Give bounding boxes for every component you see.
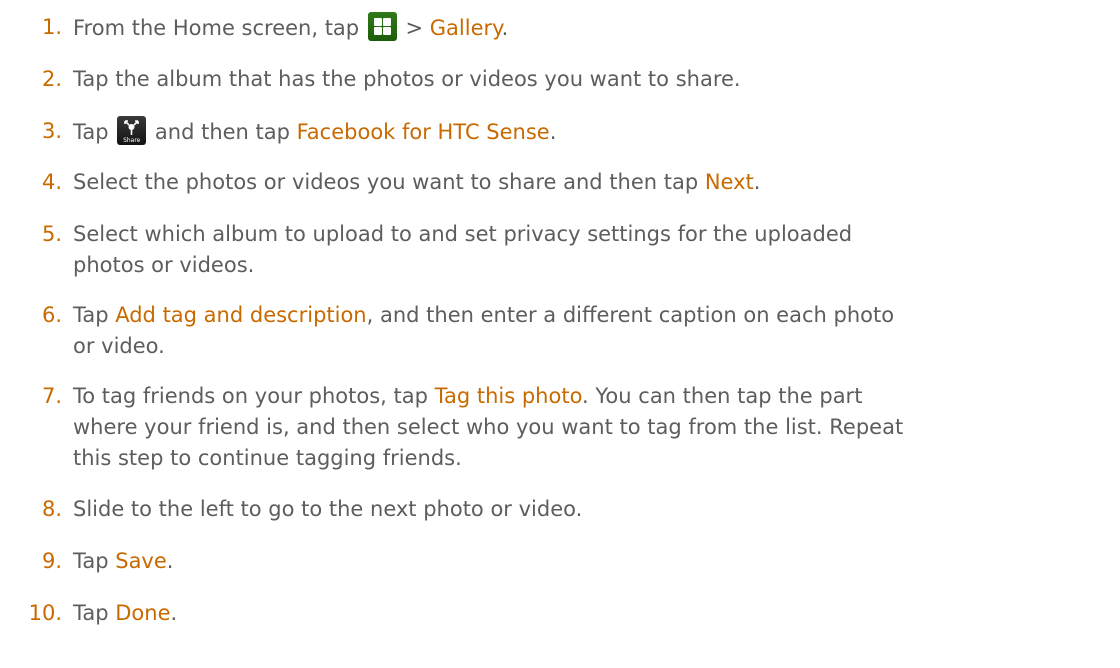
- step-text-part: .: [170, 601, 178, 625]
- step-text-line: photos or videos.: [73, 253, 255, 277]
- step-text: Tap Add tag and description, and then en…: [73, 300, 1118, 362]
- step-text-part: Tap: [73, 120, 116, 144]
- step-text: Tap Done.: [73, 598, 1118, 629]
- step-text: Tap the album that has the photos or vid…: [73, 67, 741, 91]
- step-text: Select the photos or videos you want to …: [73, 167, 1118, 198]
- share-icon: Share: [117, 116, 147, 145]
- step-text-line: Tap Add tag and description, and then en…: [73, 300, 1118, 331]
- tag-this-photo-label: Tag this photo: [434, 384, 583, 408]
- gallery-label: Gallery: [429, 16, 502, 40]
- share-icon-caption: Share: [123, 137, 141, 144]
- step-text-part: Tap: [73, 549, 116, 573]
- step-number: 1.: [41, 15, 62, 39]
- step-text-part: Select the photos or videos you want to …: [73, 170, 705, 194]
- step-text-part: >: [398, 16, 430, 40]
- save-label: Save: [115, 549, 167, 573]
- step-text-part: .: [501, 16, 509, 40]
- step-number: 6.: [41, 303, 62, 327]
- add-tag-and-description-label: Add tag and description: [115, 303, 367, 327]
- step-text-part: Tap: [73, 601, 116, 625]
- step-text-part: .: [549, 120, 557, 144]
- step-text-part: .: [753, 170, 761, 194]
- step-text-part: . You can then tap the part: [582, 384, 863, 408]
- step-number: 8.: [41, 497, 62, 521]
- step-text-line: To tag friends on your photos, tap Tag t…: [73, 381, 1118, 412]
- apps-grid-icon: [367, 12, 397, 41]
- step-text-part: From the Home screen, tap: [73, 16, 366, 40]
- next-label: Next: [704, 170, 754, 194]
- step-number: 2.: [41, 67, 62, 91]
- step-text-line: Select which album to upload to and set …: [73, 222, 853, 246]
- step-text-part: Tap: [73, 303, 116, 327]
- step-text-part: , and then enter a different caption on …: [366, 303, 895, 327]
- step-text-line: this step to continue tagging friends.: [73, 446, 462, 470]
- step-text: Slide to the left to go to the next phot…: [73, 497, 583, 521]
- facebook-for-htc-sense-label: Facebook for HTC Sense: [296, 120, 550, 144]
- step-number: 9.: [41, 549, 62, 573]
- step-number: 5.: [41, 222, 62, 246]
- step-number: 4.: [41, 170, 62, 194]
- step-text-part: and then tap: [148, 120, 297, 144]
- step-number: 7.: [41, 384, 62, 408]
- step-text: Tap Share and then tap Facebook for HTC …: [73, 116, 1118, 148]
- done-label: Done: [115, 601, 171, 625]
- step-text: Select which album to upload to and set …: [73, 219, 1118, 281]
- step-text-part: To tag friends on your photos, tap: [73, 384, 435, 408]
- step-text-line: where your friend is, and then select wh…: [73, 415, 904, 439]
- step-text: From the Home screen, tap > Gallery.: [73, 12, 1118, 44]
- step-text-line: or video.: [73, 334, 165, 358]
- step-number: 10.: [28, 601, 62, 625]
- step-text-part: .: [166, 549, 174, 573]
- step-number: 3.: [41, 119, 62, 143]
- step-text: Tap Save.: [73, 546, 1118, 577]
- step-text: To tag friends on your photos, tap Tag t…: [73, 381, 1118, 474]
